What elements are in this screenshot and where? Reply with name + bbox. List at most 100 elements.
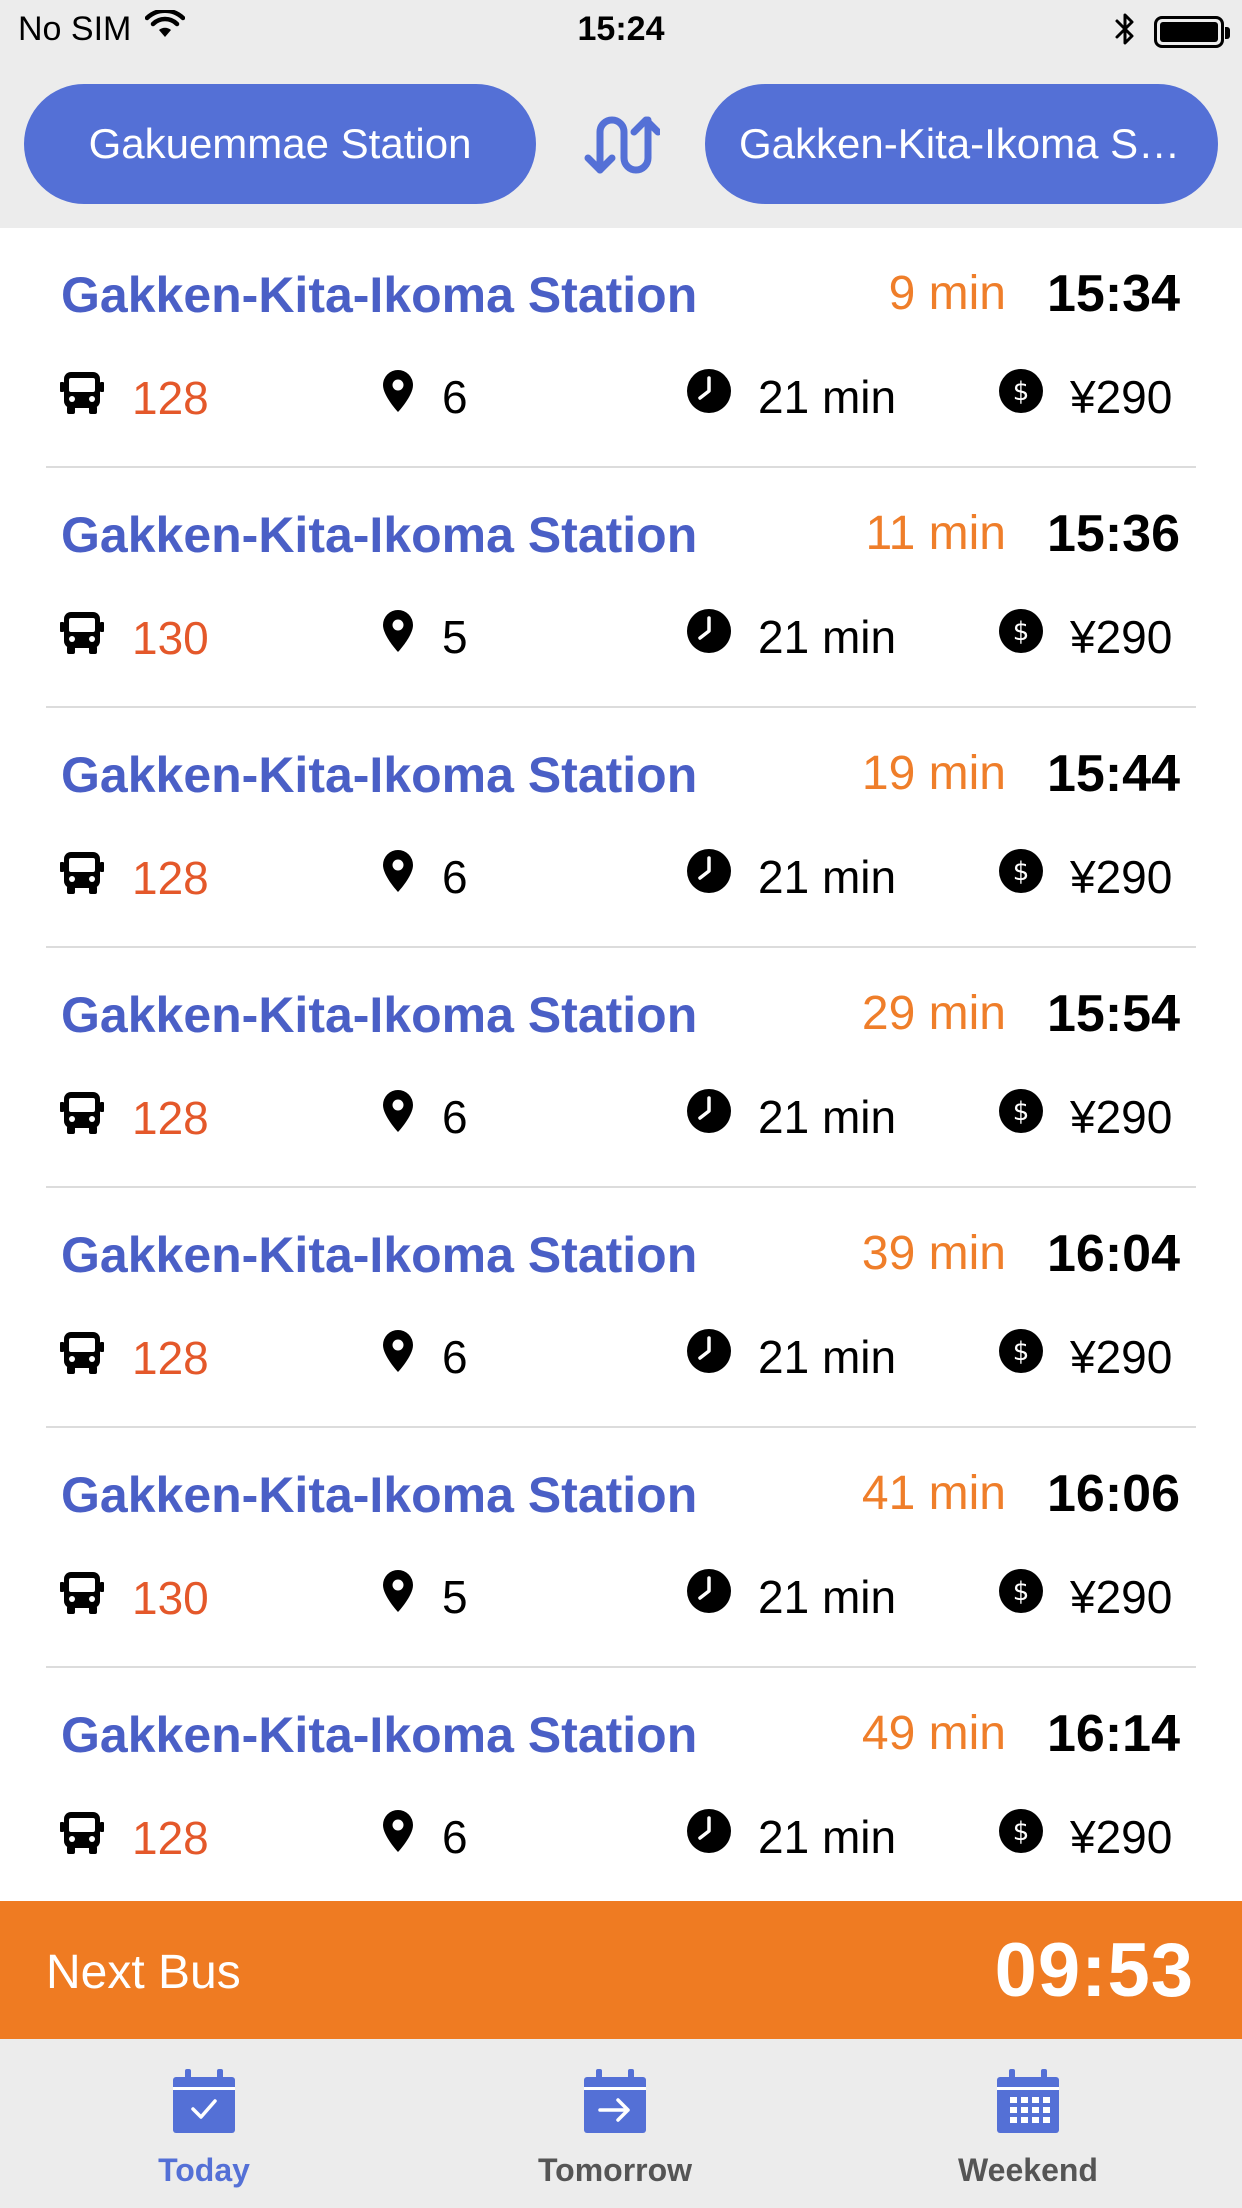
duration-info: 21 min bbox=[686, 848, 896, 905]
trip-duration: 21 min bbox=[758, 1330, 897, 1383]
wait-time: 11 min bbox=[865, 507, 1006, 560]
route-header: Gakuemmae Station Gakken-Kita-Ikoma Stat… bbox=[0, 60, 1242, 228]
wait-time: 41 min bbox=[861, 1467, 1006, 1520]
dollar-coin-icon: $ bbox=[998, 368, 1044, 425]
svg-text:$: $ bbox=[1013, 1337, 1030, 1367]
tab-weekend-label: Weekend bbox=[958, 2152, 1098, 2188]
fare-amount: ¥290 bbox=[1070, 370, 1173, 423]
stops-info: 6 bbox=[380, 368, 468, 425]
fare-amount: ¥290 bbox=[1070, 1570, 1173, 1623]
calendar-arrow-icon bbox=[495, 2067, 735, 2142]
departure-list[interactable]: Gakken-Kita-Ikoma Station 9 min 15:34 12… bbox=[0, 228, 1242, 1901]
wait-time: 49 min bbox=[861, 1707, 1006, 1760]
destination-label: Gakken-Kita-Ikoma Station bbox=[61, 1707, 698, 1763]
fare-info: $ ¥290 bbox=[998, 1088, 1172, 1145]
tab-tomorrow[interactable]: Tomorrow bbox=[495, 2067, 735, 2189]
fare-info: $ ¥290 bbox=[998, 368, 1172, 425]
fare-info: $ ¥290 bbox=[998, 608, 1172, 665]
stop-count: 6 bbox=[442, 1330, 468, 1383]
dollar-coin-icon: $ bbox=[998, 1568, 1044, 1625]
battery-icon bbox=[1154, 15, 1230, 48]
tab-today-label: Today bbox=[158, 2152, 250, 2188]
next-bus-banner: Next Bus 09:53 bbox=[0, 1901, 1242, 2039]
departure-row[interactable]: Gakken-Kita-Ikoma Station 49 min 16:14 1… bbox=[46, 1668, 1196, 1908]
tab-weekend[interactable]: Weekend bbox=[908, 2067, 1148, 2189]
stop-count: 5 bbox=[442, 610, 468, 663]
next-bus-label: Next Bus bbox=[46, 1946, 241, 1999]
dollar-coin-icon: $ bbox=[998, 848, 1044, 905]
stop-count: 6 bbox=[442, 850, 468, 903]
destination-label: Gakken-Kita-Ikoma Station bbox=[61, 507, 698, 563]
clock-icon bbox=[686, 1088, 732, 1145]
location-pin-icon bbox=[380, 368, 416, 425]
route-number: 128 bbox=[132, 851, 209, 904]
duration-info: 21 min bbox=[686, 1808, 896, 1865]
route-number: 128 bbox=[132, 371, 209, 424]
clock-icon bbox=[686, 848, 732, 905]
dollar-coin-icon: $ bbox=[998, 1808, 1044, 1865]
next-bus-countdown: 09:53 bbox=[994, 1928, 1194, 2013]
status-bar: No SIM 15:24 bbox=[0, 0, 1242, 60]
route-info: 128 bbox=[58, 368, 209, 427]
stops-info: 6 bbox=[380, 848, 468, 905]
tab-bar: Today Tomorrow Weekend bbox=[0, 2039, 1242, 2208]
bus-icon bbox=[58, 368, 106, 427]
clock-icon bbox=[686, 1328, 732, 1385]
route-info: 128 bbox=[58, 1328, 209, 1387]
svg-text:$: $ bbox=[1013, 1817, 1030, 1847]
dollar-coin-icon: $ bbox=[998, 1328, 1044, 1385]
departure-time: 16:06 bbox=[1047, 1465, 1180, 1523]
trip-duration: 21 min bbox=[758, 610, 897, 663]
fare-amount: ¥290 bbox=[1070, 850, 1173, 903]
svg-text:$: $ bbox=[1013, 1577, 1030, 1607]
route-number: 128 bbox=[132, 1091, 209, 1144]
departure-row[interactable]: Gakken-Kita-Ikoma Station 39 min 16:04 1… bbox=[46, 1188, 1196, 1428]
fare-amount: ¥290 bbox=[1070, 1330, 1173, 1383]
bus-icon bbox=[58, 1328, 106, 1387]
fare-amount: ¥290 bbox=[1070, 610, 1173, 663]
trip-duration: 21 min bbox=[758, 1570, 897, 1623]
stop-count: 5 bbox=[442, 1570, 468, 1623]
tab-today[interactable]: Today bbox=[84, 2067, 324, 2189]
departure-row[interactable]: Gakken-Kita-Ikoma Station 9 min 15:34 12… bbox=[46, 228, 1196, 468]
departure-time: 15:54 bbox=[1047, 985, 1180, 1043]
dollar-coin-icon: $ bbox=[998, 1088, 1044, 1145]
duration-info: 21 min bbox=[686, 608, 896, 665]
destination-label: Gakken-Kita-Ikoma Station bbox=[61, 987, 698, 1043]
fare-info: $ ¥290 bbox=[998, 1568, 1172, 1625]
status-time: 15:24 bbox=[577, 10, 665, 48]
destination-label: Gakken-Kita-Ikoma Station bbox=[61, 1467, 698, 1523]
route-info: 130 bbox=[58, 1568, 209, 1627]
departure-row[interactable]: Gakken-Kita-Ikoma Station 19 min 15:44 1… bbox=[46, 708, 1196, 948]
location-pin-icon bbox=[380, 1088, 416, 1145]
svg-text:$: $ bbox=[1013, 1097, 1030, 1127]
calendar-check-icon bbox=[84, 2067, 324, 2142]
duration-info: 21 min bbox=[686, 1088, 896, 1145]
dollar-coin-icon: $ bbox=[998, 608, 1044, 665]
departure-row[interactable]: Gakken-Kita-Ikoma Station 11 min 15:36 1… bbox=[46, 468, 1196, 708]
departure-time: 16:04 bbox=[1047, 1225, 1180, 1283]
route-info: 128 bbox=[58, 1088, 209, 1147]
wait-time: 29 min bbox=[861, 987, 1006, 1040]
duration-info: 21 min bbox=[686, 1568, 896, 1625]
destination-label: Gakken-Kita-Ikoma Station bbox=[61, 267, 698, 323]
departure-time: 15:36 bbox=[1047, 505, 1180, 563]
fare-amount: ¥290 bbox=[1070, 1810, 1173, 1863]
fare-info: $ ¥290 bbox=[998, 848, 1172, 905]
wait-time: 19 min bbox=[861, 747, 1006, 800]
trip-duration: 21 min bbox=[758, 1090, 897, 1143]
departure-row[interactable]: Gakken-Kita-Ikoma Station 29 min 15:54 1… bbox=[46, 948, 1196, 1188]
route-number: 130 bbox=[132, 611, 209, 664]
from-station-button[interactable]: Gakuemmae Station bbox=[24, 84, 536, 204]
bluetooth-icon bbox=[1114, 12, 1136, 51]
departure-row[interactable]: Gakken-Kita-Ikoma Station 41 min 16:06 1… bbox=[46, 1428, 1196, 1668]
route-number: 128 bbox=[132, 1331, 209, 1384]
stop-count: 6 bbox=[442, 370, 468, 423]
swap-icon[interactable] bbox=[582, 112, 662, 178]
fare-info: $ ¥290 bbox=[998, 1808, 1172, 1865]
trip-duration: 21 min bbox=[758, 850, 897, 903]
to-station-button[interactable]: Gakken-Kita-Ikoma Station bbox=[705, 84, 1218, 204]
route-info: 128 bbox=[58, 1808, 209, 1867]
route-info: 128 bbox=[58, 848, 209, 907]
departure-time: 16:14 bbox=[1047, 1705, 1180, 1763]
